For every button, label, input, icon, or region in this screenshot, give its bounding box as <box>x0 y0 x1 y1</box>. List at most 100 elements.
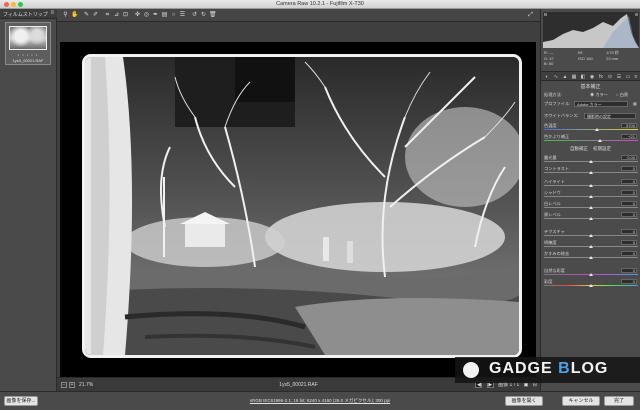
adjustment-panel: R: --- G: 47 B: 60 f/5 ISO 160 1/70 秒 23… <box>540 9 640 391</box>
treatment-bw-radio[interactable]: ○ 白黒 <box>616 92 628 98</box>
crop-icon[interactable]: ⌗ <box>104 12 111 19</box>
radial-filter-icon[interactable]: ○ <box>170 12 177 19</box>
treatment-color-label: カラー <box>595 92 608 97</box>
whites-knob[interactable] <box>589 206 593 209</box>
contrast-knob[interactable] <box>589 171 593 174</box>
dehaze-knob[interactable] <box>589 256 593 259</box>
whites-value[interactable]: 0 <box>621 201 637 206</box>
default-button[interactable]: 初期設定 <box>593 146 611 151</box>
filmstrip-header: フィルムストリップ ≡ <box>0 9 57 19</box>
preview-image[interactable] <box>82 54 522 358</box>
tab-snapshots-icon[interactable]: ▭ <box>625 74 631 80</box>
red-eye-icon[interactable]: ◎ <box>143 12 150 19</box>
highlights-knob[interactable] <box>589 184 593 187</box>
temperature-value[interactable]: 5700 <box>621 123 637 128</box>
slider-dehaze[interactable]: かすみの除去 0 <box>544 251 638 260</box>
workflow-options-link[interactable]: sRGB IEC61966-2.1; 16 bit; 6240 x 4160 (… <box>0 398 640 404</box>
transform-icon[interactable]: ⊡ <box>122 12 129 19</box>
preferences-icon[interactable]: ☰ <box>179 12 186 19</box>
vibrance-value[interactable]: 0 <box>621 268 637 273</box>
blacks-knob[interactable] <box>589 217 593 220</box>
treatment-row: 処理方法: ◉ カラー ○ 白黒 <box>544 92 638 101</box>
slider-temperature[interactable]: 色温度 5700 <box>544 123 638 132</box>
treatment-bw-label: 白黒 <box>619 92 629 97</box>
graduated-filter-icon[interactable]: ▤ <box>161 12 168 19</box>
tab-tone-curve-icon[interactable]: ∿ <box>553 74 559 80</box>
thumbnail-filename: 1ys5_00021.RAF <box>12 58 44 63</box>
cancel-button[interactable]: キャンセル <box>562 396 600 406</box>
rotate-right-icon[interactable]: ↻ <box>200 12 207 19</box>
auto-button[interactable]: 自動補正 <box>570 146 588 151</box>
trash-icon[interactable]: 🗑 <box>209 12 217 19</box>
treatment-color-radio[interactable]: ◉ カラー <box>590 92 608 98</box>
dehaze-value[interactable]: 0 <box>621 251 637 256</box>
menu-icon[interactable]: ≡ <box>50 10 54 16</box>
tab-basic-icon[interactable]: ◐ <box>544 74 550 80</box>
white-balance-dropdown[interactable]: 撮影時の設定 <box>584 113 636 119</box>
white-balance-icon[interactable]: ✎ <box>83 12 90 19</box>
clarity-knob[interactable] <box>589 245 593 248</box>
slider-contrast[interactable]: コントラスト 0 <box>544 166 638 175</box>
tab-effects-icon[interactable]: fx <box>598 74 604 80</box>
tab-detail-icon[interactable]: ▲ <box>562 74 568 80</box>
thumbnail-image[interactable] <box>9 26 47 50</box>
tint-knob[interactable] <box>598 139 602 142</box>
rating-stars[interactable]: • • • • • <box>6 52 50 57</box>
tab-split-toning-icon[interactable]: ◧ <box>580 74 586 80</box>
slider-vibrance[interactable]: 自然な彩度 0 <box>544 268 638 277</box>
tab-hsl-icon[interactable]: ▦ <box>571 74 577 80</box>
camera-readouts: R: --- G: 47 B: 60 f/5 ISO 160 1/70 秒 23… <box>544 50 638 71</box>
highlights-value[interactable]: 0 <box>621 179 637 184</box>
done-button[interactable]: 完了 <box>604 396 634 406</box>
straighten-icon[interactable]: ⊿ <box>113 12 120 19</box>
zoom-icon[interactable]: ⚲ <box>62 12 69 19</box>
adjustment-brush-icon[interactable]: ✒ <box>152 12 159 19</box>
shadows-knob[interactable] <box>589 195 593 198</box>
panel-menu-icon[interactable]: ≡ <box>633 74 639 80</box>
exposure-knob[interactable] <box>589 160 593 163</box>
profile-dropdown[interactable]: Adobe カラー <box>574 101 628 107</box>
temperature-track[interactable] <box>544 129 638 130</box>
site-watermark: GADGE BLOG <box>455 357 640 383</box>
spot-removal-icon[interactable]: ✜ <box>134 12 141 19</box>
saturation-value[interactable]: 0 <box>621 279 637 284</box>
exposure-value[interactable]: 0.00 <box>621 155 637 160</box>
slider-texture[interactable]: テクスチャ 0 <box>544 229 638 238</box>
readout-shutter: 1/70 秒 <box>606 50 619 55</box>
tint-track[interactable] <box>544 140 638 141</box>
profile-row: プロファイル: Adobe カラー ▦ <box>544 101 638 110</box>
tab-lens-icon[interactable]: ◉ <box>589 74 595 80</box>
texture-value[interactable]: 0 <box>621 229 637 234</box>
clarity-value[interactable]: 0 <box>621 240 637 245</box>
shadow-clipping-icon[interactable] <box>544 13 547 16</box>
color-sampler-icon[interactable]: ✐ <box>92 12 99 19</box>
open-image-button[interactable]: 画像を開く <box>505 396 543 406</box>
tab-calibration-icon[interactable]: ⊙ <box>607 74 613 80</box>
slider-blacks[interactable]: 黒レベル 0 <box>544 212 638 221</box>
image-canvas[interactable] <box>57 22 540 377</box>
slider-highlights[interactable]: ハイライト 0 <box>544 179 638 188</box>
tint-value[interactable]: +21 <box>621 134 637 139</box>
fullscreen-icon[interactable]: ⤢ <box>527 12 534 19</box>
blacks-value[interactable]: 0 <box>621 212 637 217</box>
vibrance-knob[interactable] <box>589 273 593 276</box>
temperature-knob[interactable] <box>595 128 599 131</box>
slider-whites[interactable]: 白レベル 0 <box>544 201 638 210</box>
slider-exposure[interactable]: 露光量 0.00 <box>544 155 638 164</box>
saturation-knob[interactable] <box>589 284 593 287</box>
shadows-value[interactable]: 0 <box>621 190 637 195</box>
contrast-value[interactable]: 0 <box>621 166 637 171</box>
filmstrip-thumbnail[interactable]: • • • • • 1ys5_00021.RAF <box>5 22 51 65</box>
lens-readout: 1/70 秒 23 mm <box>606 50 619 61</box>
highlight-clipping-icon[interactable] <box>635 13 638 16</box>
tab-presets-icon[interactable]: ☰ <box>616 74 622 80</box>
profile-browser-icon[interactable]: ▦ <box>633 101 637 106</box>
slider-saturation[interactable]: 彩度 0 <box>544 279 638 288</box>
texture-knob[interactable] <box>589 234 593 237</box>
slider-clarity[interactable]: 明瞭度 0 <box>544 240 638 249</box>
readout-r: R: --- <box>544 50 554 55</box>
slider-shadows[interactable]: シャドウ 0 <box>544 190 638 199</box>
slider-tint[interactable]: 色かぶり補正 +21 <box>544 134 638 143</box>
rotate-left-icon[interactable]: ↺ <box>191 12 198 19</box>
hand-icon[interactable]: ✋ <box>71 12 78 19</box>
